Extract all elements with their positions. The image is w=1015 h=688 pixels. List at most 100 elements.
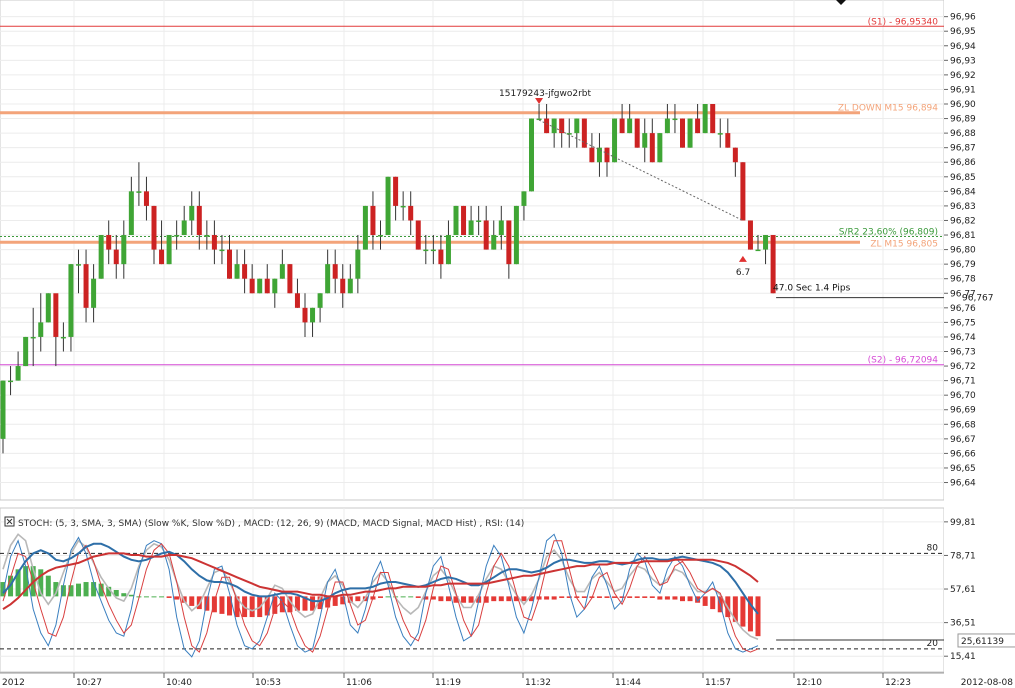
candle-body[interactable] [695, 118, 701, 134]
candle-body[interactable] [196, 205, 202, 236]
candle-body[interactable] [128, 191, 134, 236]
candle-body[interactable] [498, 220, 504, 236]
candle-body[interactable] [596, 147, 602, 163]
candle-body[interactable] [423, 249, 429, 252]
candle-body[interactable] [725, 133, 731, 148]
candle-body[interactable] [257, 278, 263, 294]
candle-body[interactable] [325, 264, 331, 294]
candle-body[interactable] [219, 249, 225, 252]
candle-body[interactable] [370, 205, 376, 236]
candle-body[interactable] [151, 205, 157, 250]
candle-body[interactable] [189, 205, 195, 221]
candle-body[interactable] [445, 235, 451, 265]
candle-body[interactable] [536, 118, 542, 121]
candle-body[interactable] [242, 264, 248, 279]
candle-body[interactable] [702, 104, 708, 134]
candle-body[interactable] [732, 147, 738, 163]
candle-body[interactable] [513, 205, 519, 265]
candle-body[interactable] [106, 235, 112, 250]
candle-body[interactable] [91, 278, 97, 308]
candle-body[interactable] [53, 293, 59, 337]
candle-body[interactable] [453, 205, 459, 236]
candle-body[interactable] [483, 220, 489, 250]
candle-body[interactable] [0, 380, 6, 439]
candle-body[interactable] [166, 235, 172, 265]
candle-body[interactable] [476, 220, 482, 222]
candle-body[interactable] [634, 118, 640, 148]
candle-body[interactable] [430, 249, 436, 252]
candle-body[interactable] [227, 249, 232, 279]
candle-body[interactable] [468, 220, 474, 236]
candle-body[interactable] [491, 235, 497, 250]
candle-body[interactable] [529, 118, 534, 192]
candle-body[interactable] [317, 293, 323, 308]
candle-body[interactable] [68, 264, 74, 337]
candle-body[interactable] [506, 220, 512, 265]
candle-body[interactable] [23, 336, 29, 367]
candle-body[interactable] [680, 118, 685, 148]
candle-body[interactable] [589, 147, 595, 163]
candle-body[interactable] [355, 249, 361, 279]
candle-body[interactable] [204, 235, 210, 237]
candle-body[interactable] [121, 235, 127, 265]
candle-body[interactable] [627, 118, 633, 134]
candle-body[interactable] [362, 205, 368, 250]
candle-body[interactable] [619, 118, 625, 134]
candle-body[interactable] [717, 133, 723, 135]
candle-body[interactable] [378, 235, 383, 237]
candle-body[interactable] [159, 249, 165, 265]
candle-body[interactable] [264, 278, 270, 294]
candle-body[interactable] [76, 264, 81, 266]
candle-body[interactable] [612, 118, 618, 163]
candle-body[interactable] [385, 176, 391, 236]
candle-body[interactable] [400, 205, 406, 208]
candle-body[interactable] [45, 293, 51, 323]
candle-body[interactable] [38, 322, 44, 337]
candle-body[interactable] [763, 235, 769, 250]
chart-canvas[interactable]: (S1) - 96,95340 ZL DOWN M15 96,894 S/R2 23… [0, 0, 1015, 688]
candle-body[interactable] [30, 336, 36, 339]
candle-body[interactable] [302, 307, 308, 323]
candle-body[interactable] [604, 147, 610, 163]
candle-body[interactable] [98, 235, 104, 279]
candle-body[interactable] [347, 278, 353, 294]
candle-body[interactable] [710, 104, 716, 134]
candle-body[interactable] [642, 133, 648, 148]
candle-body[interactable] [279, 264, 285, 279]
candle-body[interactable] [438, 249, 444, 265]
candle-body[interactable] [657, 133, 663, 163]
candle-body[interactable] [143, 191, 149, 206]
candle-body[interactable] [310, 307, 316, 323]
time-axis[interactable]: 2012 10:27 10:40 10:53 11:06 11:19 11:32 11:44 1… [0, 672, 1015, 688]
candle-body[interactable] [15, 366, 21, 381]
candle-body[interactable] [60, 336, 66, 339]
candle-body[interactable] [294, 293, 300, 308]
candle-body[interactable] [272, 278, 278, 294]
trading-chart[interactable]: (S1) - 96,95340 ZL DOWN M15 96,894 S/R2 23… [0, 0, 1015, 688]
candle-body[interactable] [544, 118, 550, 134]
candle-body[interactable] [340, 278, 346, 294]
candle-body[interactable] [551, 118, 557, 134]
candle-body[interactable] [83, 264, 89, 308]
candle-body[interactable] [461, 205, 467, 236]
candle-body[interactable] [8, 380, 14, 383]
candle-body[interactable] [574, 118, 580, 134]
candle-body[interactable] [649, 133, 655, 163]
candle-body[interactable] [672, 118, 678, 121]
candle-body[interactable] [687, 118, 693, 148]
candle-body[interactable] [393, 176, 399, 206]
candle-body[interactable] [521, 191, 527, 206]
candle-body[interactable] [408, 205, 414, 221]
candle-body[interactable] [174, 235, 180, 237]
candle-body[interactable] [211, 235, 217, 250]
candle-body[interactable] [234, 264, 240, 279]
candle-body[interactable] [664, 118, 670, 134]
candle-body[interactable] [181, 220, 187, 236]
candle-body[interactable] [113, 249, 119, 265]
candle-body[interactable] [747, 220, 753, 250]
candle-body[interactable] [332, 264, 338, 279]
candle-body[interactable] [136, 191, 142, 193]
candle-body[interactable] [740, 162, 746, 221]
candle-body[interactable] [287, 264, 293, 294]
candle-body[interactable] [755, 249, 761, 252]
